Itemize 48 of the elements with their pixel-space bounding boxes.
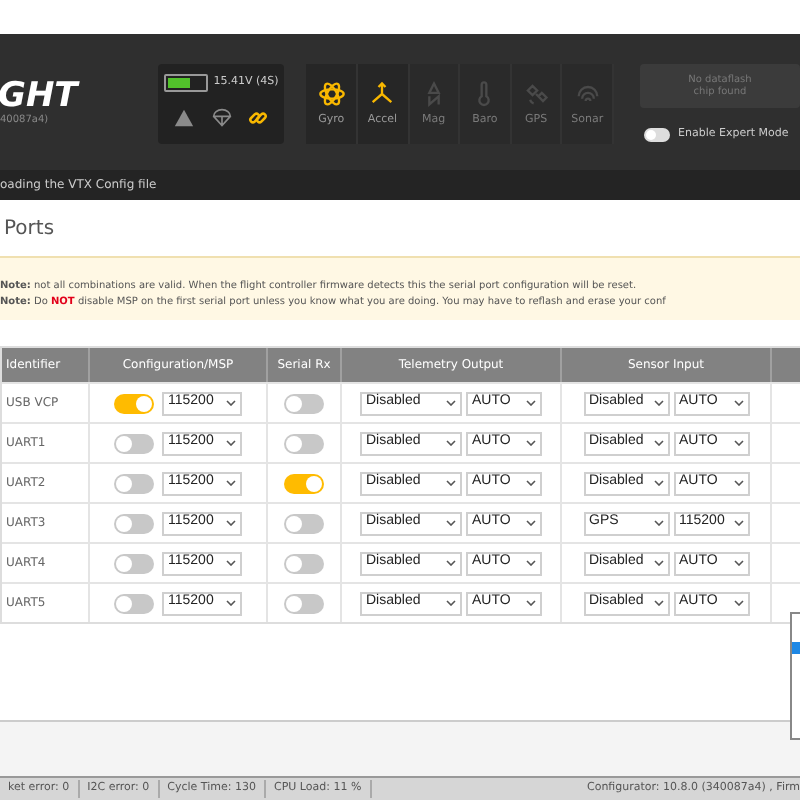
- msp-toggle[interactable]: [114, 593, 154, 613]
- atom-icon: [317, 79, 346, 108]
- serial-rx-toggle[interactable]: [284, 433, 324, 453]
- msp-toggle[interactable]: [114, 553, 154, 573]
- caret-icon: [446, 400, 456, 406]
- caret-icon: [653, 600, 663, 606]
- serial-rx-toggle[interactable]: [284, 393, 324, 413]
- caret-icon: [733, 520, 743, 526]
- expert-mode-toggle[interactable]: [644, 127, 670, 142]
- caret-icon: [653, 440, 663, 446]
- caret-icon: [733, 480, 743, 486]
- caret-icon: [526, 560, 536, 566]
- caret-icon: [653, 520, 663, 526]
- axes-icon: [368, 79, 397, 108]
- serial-rx-toggle[interactable]: [284, 593, 324, 613]
- caret-icon: [226, 440, 236, 446]
- caret-icon: [446, 560, 456, 566]
- caret-icon: [446, 480, 456, 486]
- caret-icon: [733, 400, 743, 406]
- caret-icon: [526, 400, 536, 406]
- caret-icon: [226, 400, 236, 406]
- caret-icon: [653, 560, 663, 566]
- serial-rx-toggle[interactable]: [284, 513, 324, 533]
- caret-icon: [526, 600, 536, 606]
- caret-icon: [226, 560, 236, 566]
- caret-icon: [226, 600, 236, 606]
- caret-icon: [446, 520, 456, 526]
- caret-icon: [653, 480, 663, 486]
- msp-toggle[interactable]: [114, 433, 154, 453]
- caret-icon: [733, 440, 743, 446]
- battery-icon: [164, 74, 208, 92]
- msp-toggle[interactable]: [114, 473, 154, 493]
- caret-icon: [526, 520, 536, 526]
- caret-icon: [226, 520, 236, 526]
- msp-toggle[interactable]: [114, 393, 154, 413]
- caret-icon: [526, 480, 536, 486]
- caret-icon: [446, 440, 456, 446]
- caret-icon: [526, 440, 536, 446]
- caret-icon: [733, 600, 743, 606]
- serial-rx-toggle[interactable]: [284, 473, 324, 493]
- caret-icon: [226, 480, 236, 486]
- caret-icon: [446, 600, 456, 606]
- satellite-icon: [522, 79, 551, 108]
- caret-icon: [733, 560, 743, 566]
- page-title: Ports: [4, 215, 55, 243]
- serial-rx-toggle[interactable]: [284, 553, 324, 573]
- caret-icon: [653, 400, 663, 406]
- msp-toggle[interactable]: [114, 513, 154, 533]
